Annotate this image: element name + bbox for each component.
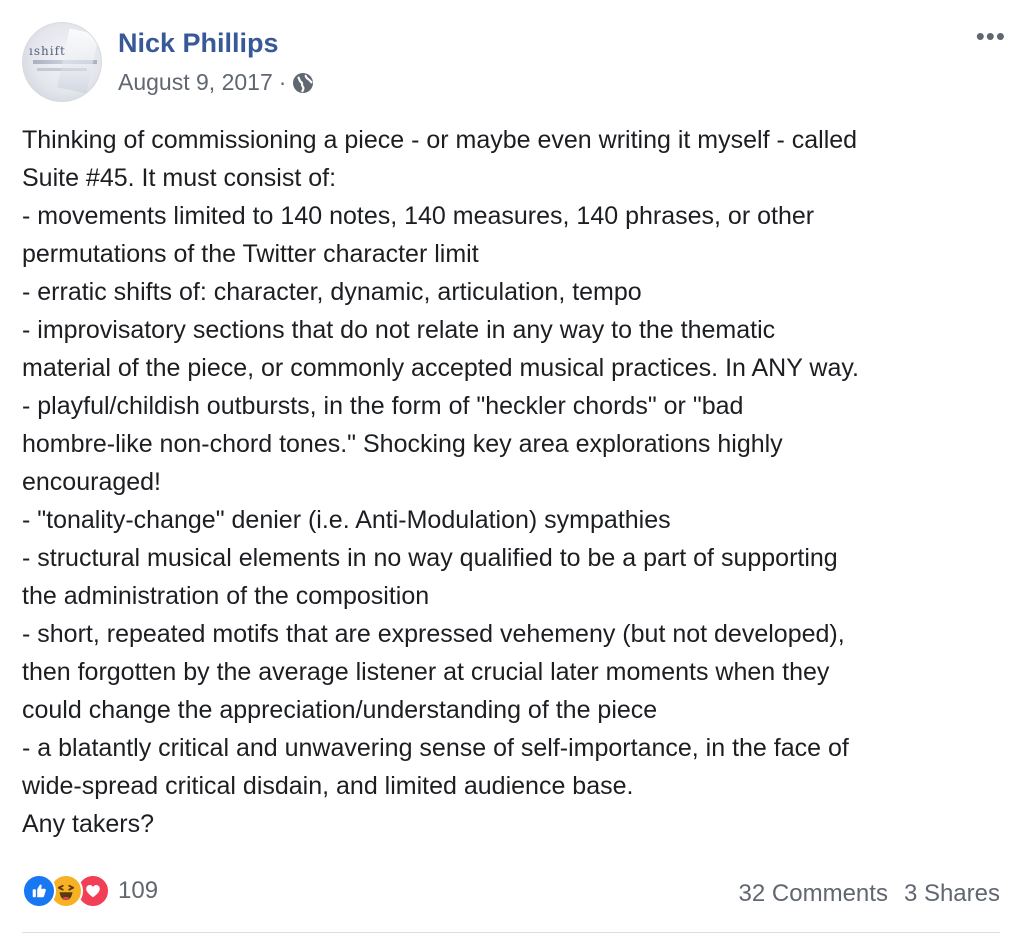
post-text-line: - improvisatory sections that do not rel… — [22, 316, 776, 344]
post-text-line: permutations of the Twitter character li… — [22, 240, 479, 268]
reactions-summary[interactable]: 109 — [22, 874, 158, 908]
post-text-line: - structural musical elements in no way … — [22, 544, 838, 572]
globe-icon[interactable] — [292, 72, 314, 94]
post-meta: August 9, 2017 · — [118, 69, 314, 96]
post-text-line: Suite #45. It must consist of: — [22, 164, 337, 192]
author-name[interactable]: Nick Phillips — [118, 28, 279, 59]
footer-divider — [22, 932, 1000, 933]
post-text-line: encouraged! — [22, 468, 162, 496]
post-text-line: - playful/childish outbursts, in the for… — [22, 392, 744, 420]
meta-separator: · — [278, 69, 287, 95]
post-text-line: - movements limited to 140 notes, 140 me… — [22, 202, 815, 230]
post-text-line: material of the piece, or commonly accep… — [22, 354, 859, 382]
like-icon — [22, 874, 56, 908]
post-text-line: could change the appreciation/understand… — [22, 696, 658, 724]
post-text-line: - a blatantly critical and unwavering se… — [22, 734, 849, 762]
post-text-line: hombre-like non-chord tones." Shocking k… — [22, 430, 783, 458]
comments-link[interactable]: 32 Comments — [739, 880, 888, 908]
avatar-glare — [57, 28, 99, 94]
post-text-line: - erratic shifts of: character, dynamic,… — [22, 278, 642, 306]
post-text-line: wide-spread critical disdain, and limite… — [22, 772, 634, 800]
post-text-line: Any takers? — [22, 810, 155, 838]
post-text-line: Thinking of commissioning a piece - or m… — [22, 126, 858, 154]
post-date[interactable]: August 9, 2017 — [118, 69, 273, 96]
post-footer: 109 32 Comments 3 Shares — [22, 872, 1000, 916]
shares-link[interactable]: 3 Shares — [904, 880, 1000, 908]
post-text-line: then forgotten by the average listener a… — [22, 658, 830, 686]
post-stats: 32 Comments 3 Shares — [739, 880, 1000, 908]
facebook-post: ıshift Nick Phillips August 9, 2017 · ••… — [0, 0, 1020, 934]
avatar[interactable]: ıshift — [22, 22, 102, 102]
post-text-line: the administration of the composition — [22, 582, 430, 610]
post-body: Thinking of commissioning a piece - or m… — [22, 121, 1007, 843]
reaction-count[interactable]: 109 — [118, 877, 158, 905]
more-options-icon[interactable]: ••• — [976, 23, 1006, 49]
post-text-line: - "tonality-change" denier (i.e. Anti-Mo… — [22, 506, 671, 534]
avatar-logo-text: ıshift — [29, 44, 66, 58]
post-text-line: - short, repeated motifs that are expres… — [22, 620, 845, 648]
